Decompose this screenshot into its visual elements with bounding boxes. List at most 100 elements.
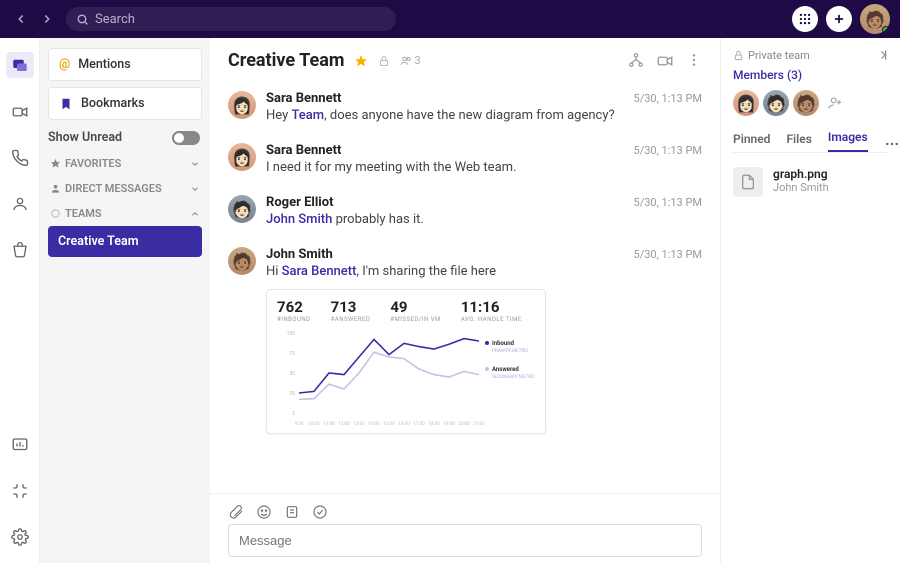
star-icon xyxy=(50,158,61,169)
bookmarks-button[interactable]: Bookmarks xyxy=(48,87,202,120)
chart-attachment[interactable]: 762#INBOUND 713#ANSWERED 49#MISSED/IN VM 11… xyxy=(266,289,546,434)
member-avatar[interactable]: 🧑🏽 xyxy=(793,90,819,116)
rail-analytics-icon[interactable] xyxy=(8,433,32,457)
rightpanel-tab[interactable]: Images xyxy=(828,130,868,152)
new-button[interactable] xyxy=(826,6,852,32)
chevron-down-icon xyxy=(190,159,200,169)
svg-text:10:00: 10:00 xyxy=(308,421,320,427)
sidebar: @ Mentions Bookmarks Show Unread FAVORIT… xyxy=(40,38,210,563)
dialpad-button[interactable] xyxy=(792,6,818,32)
message-avatar[interactable]: 👩🏻 xyxy=(228,143,256,171)
show-unread-label: Show Unread xyxy=(48,130,122,145)
message-time: 5/30, 1:13 PM xyxy=(634,92,702,105)
at-icon: @ xyxy=(59,57,70,72)
org-chart-icon[interactable] xyxy=(628,52,644,68)
bookmarks-label: Bookmarks xyxy=(81,96,145,111)
svg-text:Inbound: Inbound xyxy=(492,340,515,347)
grid-icon xyxy=(798,12,812,26)
lock-icon xyxy=(378,55,390,67)
message-author: Sara Bennett xyxy=(266,91,341,106)
message-input[interactable] xyxy=(228,524,702,557)
direct-messages-section[interactable]: DIRECT MESSAGES xyxy=(50,182,200,195)
message-time: 5/30, 1:13 PM xyxy=(634,196,702,209)
plus-icon xyxy=(832,12,846,26)
rail-phone-icon[interactable] xyxy=(8,146,32,170)
message: 🧑🏽John Smith5/30, 1:13 PMHi Sara Bennett… xyxy=(228,237,702,444)
svg-text:25: 25 xyxy=(289,391,295,397)
teams-section[interactable]: TEAMS xyxy=(50,207,200,220)
message-avatar[interactable]: 🧑🏻 xyxy=(228,195,256,223)
rail-video-icon[interactable] xyxy=(8,100,32,124)
show-unread-toggle[interactable] xyxy=(172,131,200,145)
rightpanel-more-icon[interactable] xyxy=(884,136,900,152)
note-icon[interactable] xyxy=(284,504,300,520)
member-avatar[interactable]: 🧑🏻 xyxy=(763,90,789,116)
svg-text:18:00: 18:00 xyxy=(428,421,440,427)
mention[interactable]: John Smith xyxy=(266,212,332,227)
svg-text:17:00: 17:00 xyxy=(413,421,425,427)
svg-text:20:00: 20:00 xyxy=(458,421,470,427)
file-owner: John Smith xyxy=(773,181,829,194)
emoji-icon[interactable] xyxy=(256,504,272,520)
team-icon xyxy=(50,208,61,219)
add-person-icon xyxy=(827,95,843,111)
search-icon xyxy=(76,13,89,26)
message-avatar[interactable]: 👩🏻 xyxy=(228,91,256,119)
message-text: Hey Team, does anyone have the new diagr… xyxy=(266,108,702,123)
mention[interactable]: Sara Bennett xyxy=(282,264,357,279)
rightpanel-tab[interactable]: Files xyxy=(786,132,811,152)
mentions-button[interactable]: @ Mentions xyxy=(48,48,202,81)
chart-kpi: 713#ANSWERED xyxy=(331,298,371,323)
topbar: Search 🧑🏽 xyxy=(0,0,900,38)
message-avatar[interactable]: 🧑🏽 xyxy=(228,247,256,275)
more-icon[interactable] xyxy=(686,52,702,68)
team-kind-label: Private team xyxy=(748,49,810,62)
people-icon xyxy=(400,55,412,67)
svg-text:9:00: 9:00 xyxy=(295,421,304,427)
svg-text:SECONDARY METRIC: SECONDARY METRIC xyxy=(492,374,535,380)
search-input[interactable]: Search xyxy=(66,7,396,31)
rail-messages-icon[interactable] xyxy=(6,52,34,78)
line-chart: 02550751009:0010:0011:0012:0013:0014:001… xyxy=(277,327,537,427)
svg-text:50: 50 xyxy=(289,371,295,377)
current-user-avatar[interactable]: 🧑🏽 xyxy=(860,4,890,34)
favorite-star-icon[interactable] xyxy=(354,54,368,68)
person-icon xyxy=(50,183,61,194)
left-rail xyxy=(0,38,40,563)
chart-kpi: 49#MISSED/IN VM xyxy=(390,298,440,323)
svg-text:75: 75 xyxy=(289,351,295,357)
rightpanel-tab[interactable]: Pinned xyxy=(733,132,770,152)
message-text: I need it for my meeting with the Web te… xyxy=(266,160,702,175)
svg-text:PRIMARY METRIC: PRIMARY METRIC xyxy=(492,348,528,354)
chart-kpi: 762#INBOUND xyxy=(277,298,311,323)
svg-text:21:00: 21:00 xyxy=(473,421,485,427)
mention[interactable]: Team xyxy=(291,108,324,123)
chart-kpi: 11:16AVG. HANDLE TIME xyxy=(461,298,522,323)
svg-text:12:00: 12:00 xyxy=(338,421,350,427)
add-member-button[interactable] xyxy=(823,91,847,115)
right-panel: Private team Members (3) 👩🏻 🧑🏻 🧑🏽 Pinned… xyxy=(720,38,900,563)
member-avatar[interactable]: 👩🏻 xyxy=(733,90,759,116)
message-author: John Smith xyxy=(266,247,333,262)
file-item[interactable]: graph.pngJohn Smith xyxy=(733,167,888,197)
message-text: Hi Sara Bennett, I'm sharing the file he… xyxy=(266,264,702,279)
rail-settings-icon[interactable] xyxy=(8,525,32,549)
rail-tasks-icon[interactable] xyxy=(8,238,32,262)
video-call-icon[interactable] xyxy=(656,52,674,70)
back-button[interactable] xyxy=(10,8,32,30)
favorites-section[interactable]: FAVORITES xyxy=(50,157,200,170)
task-icon[interactable] xyxy=(312,504,328,520)
members-link[interactable]: Members (3) xyxy=(733,68,888,82)
attachment-icon[interactable] xyxy=(228,504,244,520)
svg-text:13:00: 13:00 xyxy=(353,421,365,427)
team-item[interactable]: Creative Team xyxy=(48,226,202,257)
chevron-up-icon xyxy=(190,209,200,219)
rail-apps-icon[interactable] xyxy=(8,479,32,503)
presence-indicator xyxy=(882,26,890,34)
conversation-title: Creative Team xyxy=(228,50,344,71)
rail-contacts-icon[interactable] xyxy=(8,192,32,216)
chevron-down-icon xyxy=(190,184,200,194)
collapse-panel-icon[interactable] xyxy=(874,48,888,62)
conversation-header: Creative Team 3 xyxy=(210,38,720,77)
forward-button[interactable] xyxy=(36,8,58,30)
